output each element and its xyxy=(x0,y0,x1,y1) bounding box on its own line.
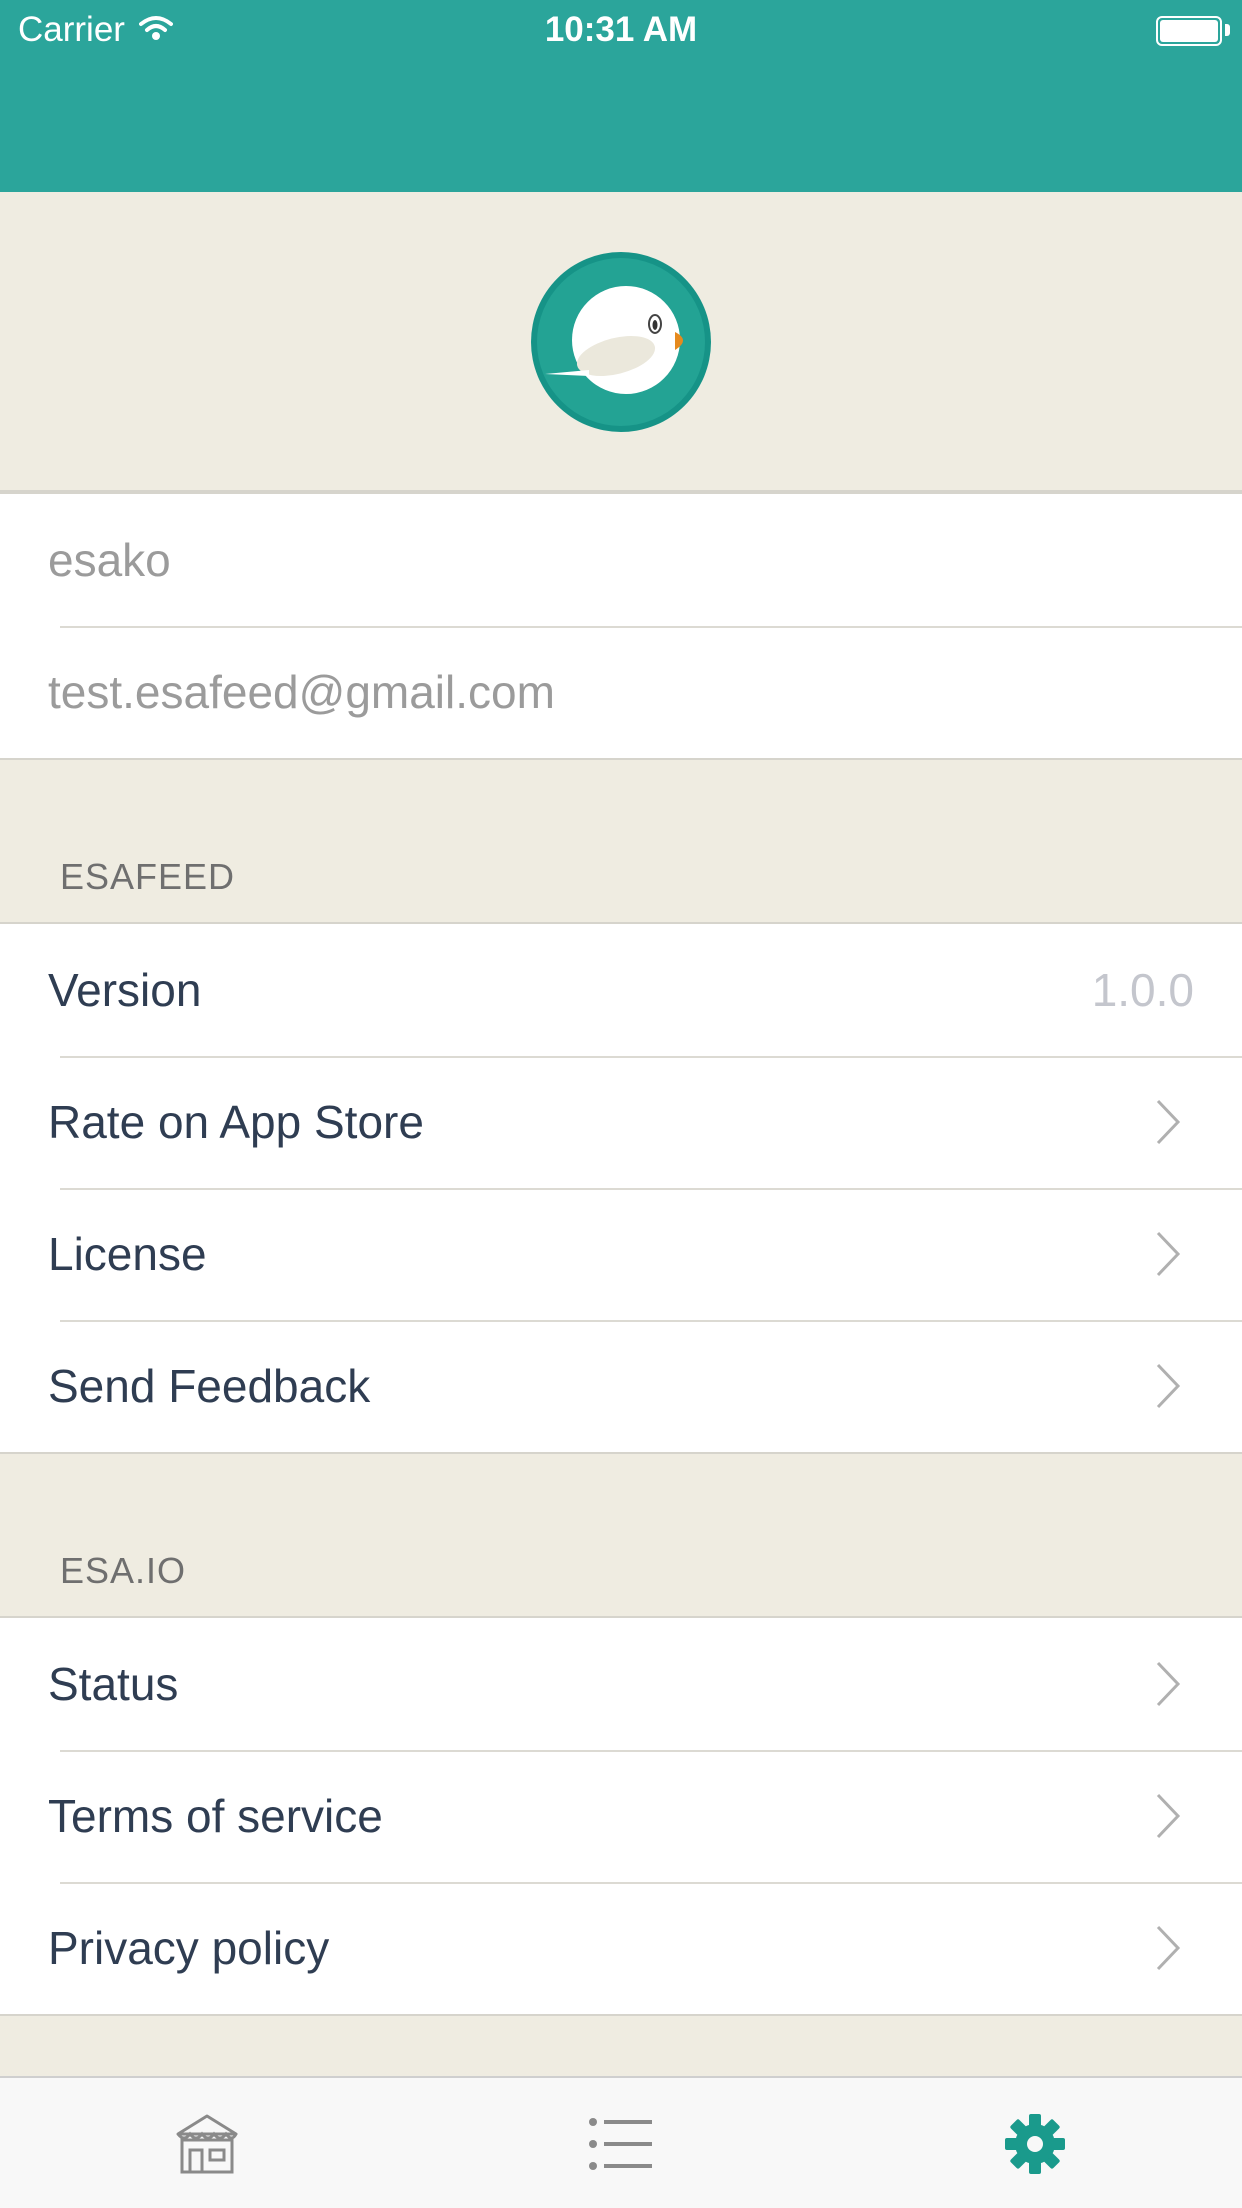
tab-home[interactable] xyxy=(0,2078,414,2208)
gear-icon xyxy=(1005,2114,1065,2174)
avatar-icon xyxy=(531,252,711,432)
esafeed-group: Version 1.0.0 Rate on App Store License … xyxy=(0,922,1242,1454)
profile-info-group: esako test.esafeed@gmail.com xyxy=(0,492,1242,760)
tab-settings[interactable] xyxy=(828,2078,1242,2208)
chevron-right-icon xyxy=(1156,1231,1181,1277)
rate-on-app-store-label: Rate on App Store xyxy=(48,1096,424,1148)
chevron-right-icon xyxy=(1156,1793,1181,1839)
section-title-esaio: ESA.IO xyxy=(60,1550,187,1591)
username-text: esako xyxy=(48,534,171,586)
license-label: License xyxy=(48,1228,207,1280)
section-title-esafeed: ESAFEED xyxy=(60,856,236,897)
rate-on-app-store-row[interactable]: Rate on App Store xyxy=(0,1056,1242,1188)
send-feedback-row[interactable]: Send Feedback xyxy=(0,1320,1242,1452)
send-feedback-label: Send Feedback xyxy=(48,1360,371,1412)
tab-bar xyxy=(0,2076,1242,2208)
list-icon xyxy=(589,2118,652,2170)
home-icon xyxy=(176,2114,238,2174)
chevron-right-icon xyxy=(1156,1661,1181,1707)
license-row[interactable]: License xyxy=(0,1188,1242,1320)
username-row: esako xyxy=(0,494,1242,626)
esaio-group: Status Terms of service Privacy policy xyxy=(0,1616,1242,2016)
version-value: 1.0.0 xyxy=(1091,964,1194,1016)
status-time: 10:31 AM xyxy=(544,10,698,49)
terms-of-service-label: Terms of service xyxy=(48,1790,383,1842)
chevron-right-icon xyxy=(1156,1099,1181,1145)
privacy-policy-row[interactable]: Privacy policy xyxy=(0,1882,1242,2014)
status-bar: Carrier 10:31 AM xyxy=(0,0,1242,60)
privacy-policy-label: Privacy policy xyxy=(48,1922,330,1974)
tab-list[interactable] xyxy=(414,2078,828,2208)
battery-icon xyxy=(1156,16,1222,46)
email-text: test.esafeed@gmail.com xyxy=(48,666,555,718)
status-label: Status xyxy=(48,1658,179,1710)
version-row: Version 1.0.0 xyxy=(0,924,1242,1056)
version-label: Version xyxy=(48,964,202,1016)
chevron-right-icon xyxy=(1156,1925,1181,1971)
chevron-right-icon xyxy=(1156,1363,1181,1409)
terms-of-service-row[interactable]: Terms of service xyxy=(0,1750,1242,1882)
profile-header xyxy=(0,192,1242,492)
email-row: test.esafeed@gmail.com xyxy=(0,626,1242,758)
navigation-bar xyxy=(0,60,1242,192)
status-row[interactable]: Status xyxy=(0,1618,1242,1750)
